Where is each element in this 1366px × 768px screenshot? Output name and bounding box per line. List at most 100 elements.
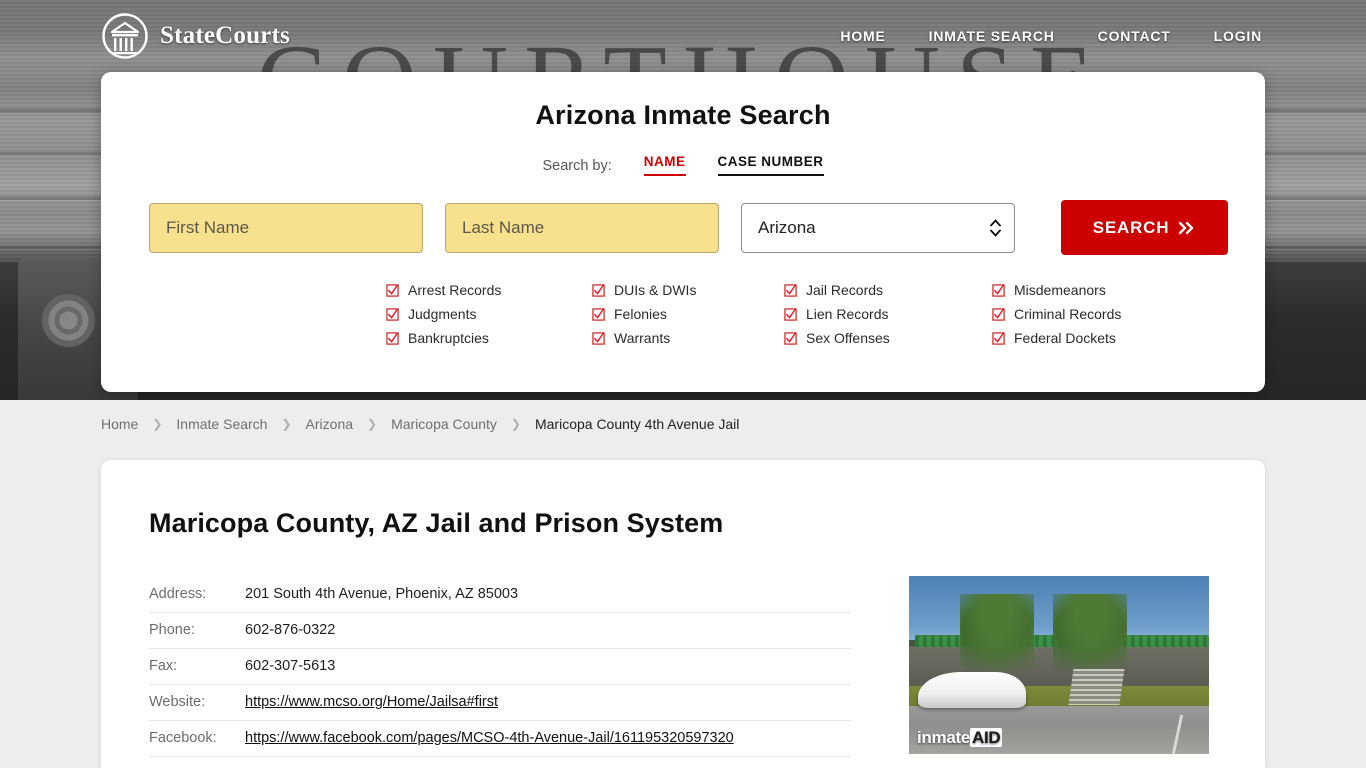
checkbox-criminal-records[interactable]: Criminal Records [992,306,1192,322]
table-row: Facebook: https://www.facebook.com/pages… [149,720,851,757]
checked-checkbox-icon [992,283,1005,297]
detail-value-phone: 602-876-0322 [245,612,851,649]
breadcrumb-item-inmate-search[interactable]: Inmate Search [176,416,267,432]
brand-logo[interactable]: StateCourts [101,12,290,60]
search-button[interactable]: SEARCH [1061,200,1228,255]
photo-stairs [1068,668,1125,705]
chevron-right-icon: ❯ [510,416,521,431]
hero-header: COURTHOUSE StateCourts HOME INMATE SEARC… [0,0,1366,400]
checkbox-label: Bankruptcies [408,330,489,346]
chevron-right-icon: ❯ [152,416,163,431]
detail-key: Address: [149,576,245,613]
tab-name[interactable]: NAME [643,154,686,176]
breadcrumb-bar: Home ❯ Inmate Search ❯ Arizona ❯ Maricop… [0,400,1366,447]
tab-case-number[interactable]: CASE NUMBER [717,154,824,176]
checkbox-label: Misdemeanors [1014,282,1106,298]
chevron-right-icon: ❯ [281,416,292,431]
top-navigation-bar: StateCourts HOME INMATE SEARCH CONTACT L… [0,0,1366,72]
search-fields-row: Arizona SEARCH [149,200,1265,255]
courthouse-circle-icon [102,13,148,59]
detail-key: Phone: [149,612,245,649]
checkbox-federal-dockets[interactable]: Federal Dockets [992,330,1192,346]
state-select[interactable]: Arizona [741,202,1015,253]
photo-car [918,672,1026,708]
facility-content-card: Maricopa County, AZ Jail and Prison Syst… [101,460,1265,768]
search-by-row: Search by: NAME CASE NUMBER [101,154,1265,176]
checkbox-misdemeanors[interactable]: Misdemeanors [992,282,1192,298]
search-button-label: SEARCH [1092,217,1170,237]
checkbox-label: Felonies [614,306,667,322]
search-card-title: Arizona Inmate Search [535,100,831,130]
checked-checkbox-icon [386,283,399,297]
checkbox-bankruptcies[interactable]: Bankruptcies [386,330,592,346]
state-select-wrapper: Arizona [741,202,1015,253]
checked-checkbox-icon [592,331,605,345]
checkbox-judgments[interactable]: Judgments [386,306,592,322]
detail-key: Website: [149,684,245,721]
checkbox-label: Lien Records [806,306,889,322]
checked-checkbox-icon [992,307,1005,321]
checkbox-jail-records[interactable]: Jail Records [784,282,992,298]
checkbox-lien-records[interactable]: Lien Records [784,306,992,322]
double-chevron-right-icon [1179,221,1194,234]
checkbox-label: Sex Offenses [806,330,890,346]
page-title: Maricopa County, AZ Jail and Prison Syst… [149,508,724,538]
checked-checkbox-icon [784,307,797,321]
table-row: Phone: 602-876-0322 [149,612,851,649]
first-name-input[interactable] [149,202,423,253]
chevron-right-icon: ❯ [367,416,378,431]
checkbox-label: Criminal Records [1014,306,1122,322]
detail-key: Facebook: [149,720,245,757]
checked-checkbox-icon [784,331,797,345]
photo-tree [960,593,1034,676]
watermark-suffix: AID [970,728,1003,747]
detail-value-address: 201 South 4th Avenue, Phoenix, AZ 85003 [245,576,851,613]
checked-checkbox-icon [386,307,399,321]
checked-checkbox-icon [992,331,1005,345]
search-by-label: Search by: [542,158,612,174]
breadcrumb-item-maricopa-county[interactable]: Maricopa County [391,416,497,432]
checked-checkbox-icon [592,307,605,321]
nav-item-login[interactable]: LOGIN [1214,28,1262,44]
table-row: Website: https://www.mcso.org/Home/Jails… [149,684,851,721]
breadcrumb-item-arizona[interactable]: Arizona [306,416,353,432]
breadcrumb-item-home[interactable]: Home [101,416,138,432]
checkbox-felonies[interactable]: Felonies [592,306,784,322]
checkbox-arrest-records[interactable]: Arrest Records [386,282,592,298]
table-row: Fax: 602-307-5613 [149,648,851,685]
detail-value-facebook: https://www.facebook.com/pages/MCSO-4th-… [245,720,851,757]
record-type-checkbox-grid: Arrest Records DUIs & DWIs Jail Records … [386,282,1265,346]
detail-value-website: https://www.mcso.org/Home/Jailsa#first [245,684,851,721]
photo-tree [1053,593,1127,676]
last-name-input[interactable] [445,202,719,253]
website-link[interactable]: https://www.mcso.org/Home/Jailsa#first [245,694,498,710]
checkbox-sex-offenses[interactable]: Sex Offenses [784,330,992,346]
detail-key: Fax: [149,648,245,685]
checkbox-label: DUIs & DWIs [614,282,697,298]
detail-value-fax: 602-307-5613 [245,648,851,685]
facebook-link[interactable]: https://www.facebook.com/pages/MCSO-4th-… [245,730,734,746]
checkbox-duis-dwis[interactable]: DUIs & DWIs [592,282,784,298]
checked-checkbox-icon [386,331,399,345]
checkbox-label: Judgments [408,306,477,322]
facility-photo: inmate AID [909,576,1209,754]
inmateaid-watermark: inmate AID [917,728,1003,748]
checked-checkbox-icon [784,283,797,297]
checkbox-label: Jail Records [806,282,884,298]
facility-details-table: Address: 201 South 4th Avenue, Phoenix, … [149,576,851,757]
nav-item-home[interactable]: HOME [840,28,885,44]
inmate-search-card: Arizona Inmate Search Search by: NAME CA… [101,72,1265,392]
main-nav: HOME INMATE SEARCH CONTACT LOGIN [840,28,1262,44]
brand-name: StateCourts [160,22,290,49]
watermark-prefix: inmate [917,728,970,747]
nav-item-inmate-search[interactable]: INMATE SEARCH [929,28,1055,44]
checked-checkbox-icon [592,283,605,297]
breadcrumb-item-current: Maricopa County 4th Avenue Jail [534,415,740,432]
checkbox-label: Arrest Records [408,282,502,298]
breadcrumb: Home ❯ Inmate Search ❯ Arizona ❯ Maricop… [101,416,739,432]
nav-item-contact[interactable]: CONTACT [1098,28,1171,44]
facility-body-row: Address: 201 South 4th Avenue, Phoenix, … [101,576,1265,757]
checkbox-label: Warrants [614,330,671,346]
checkbox-warrants[interactable]: Warrants [592,330,784,346]
checkbox-label: Federal Dockets [1014,330,1116,346]
